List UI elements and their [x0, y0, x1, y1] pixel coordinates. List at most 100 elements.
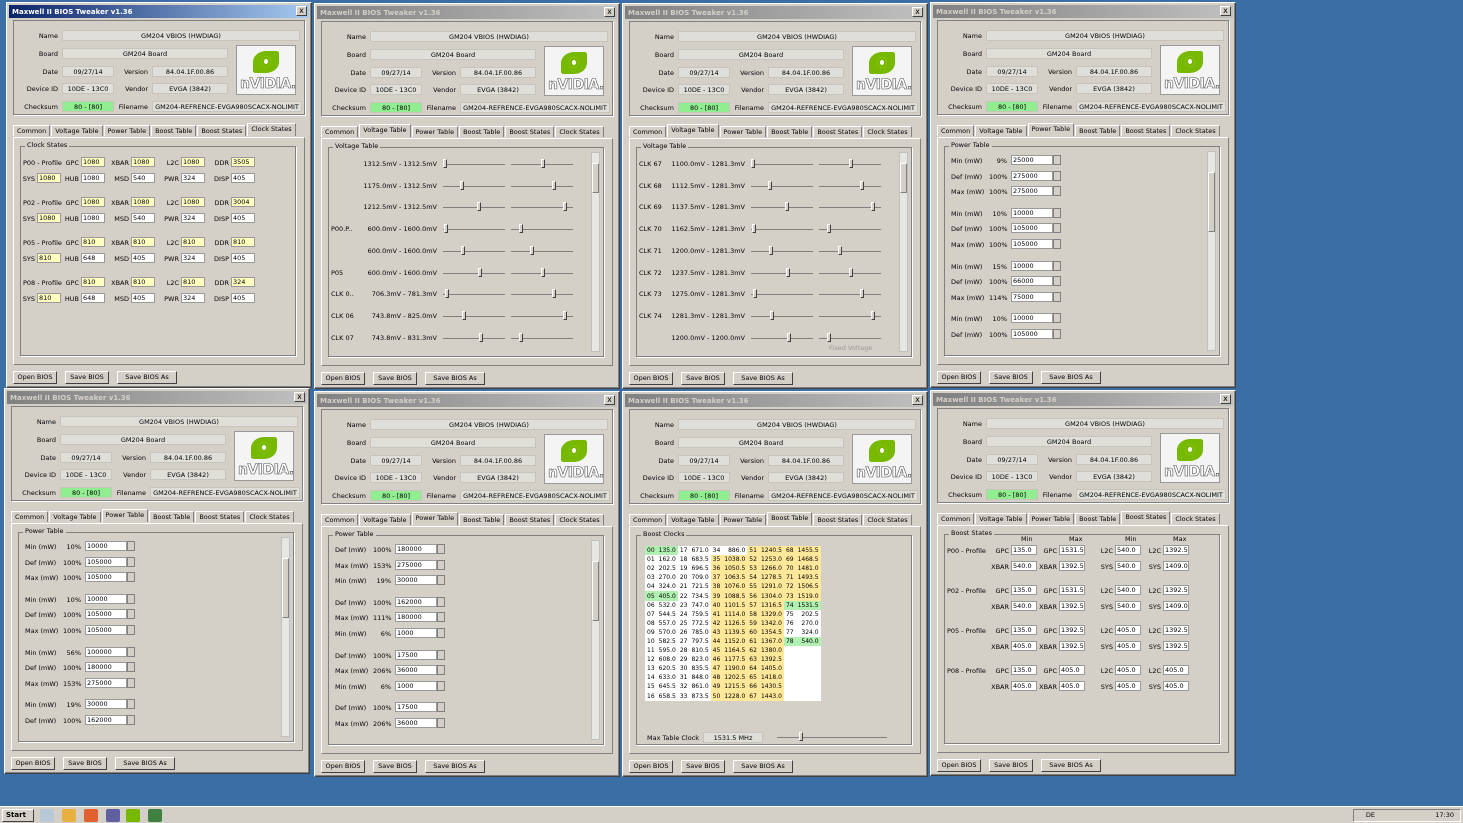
boost-cell[interactable]: 45 — [710, 646, 723, 656]
boost-cell[interactable]: 06 — [645, 600, 657, 610]
power-value-input[interactable]: 10000 — [1011, 313, 1053, 324]
voltage-max-slider[interactable] — [511, 294, 573, 296]
boost-cell[interactable]: 1430.5 — [758, 682, 784, 692]
boost-cell[interactable]: 683.5 — [689, 555, 711, 565]
tab-power-table[interactable]: Power Table — [411, 512, 459, 525]
boost-cell[interactable]: 12 — [645, 655, 657, 665]
max-input[interactable]: 1531.5 — [1059, 545, 1085, 555]
boost-cell[interactable] — [783, 691, 796, 701]
slider-thumb[interactable] — [563, 310, 567, 320]
device-field[interactable]: 10DE - 13C0 — [60, 469, 112, 480]
board-field[interactable]: GM204 Board — [986, 436, 1152, 447]
boost-cell[interactable]: 797.5 — [689, 636, 711, 647]
boost-cell[interactable]: 65 — [747, 673, 759, 683]
min-input[interactable]: 405.0 — [1011, 641, 1037, 651]
sys-input[interactable]: 1080 — [37, 173, 61, 183]
tab-boost-states[interactable]: Boost States — [505, 514, 555, 525]
spin-button[interactable] — [1053, 239, 1061, 249]
boost-cell[interactable]: 73 — [783, 591, 796, 601]
msd-input[interactable]: 405 — [131, 293, 155, 303]
boost-cell[interactable]: 324.0 — [795, 627, 821, 637]
tab-voltage-table[interactable]: Voltage Table — [359, 514, 411, 525]
spin-button[interactable] — [437, 596, 445, 607]
slider-thumb[interactable] — [530, 245, 534, 255]
boost-cell[interactable]: 162.0 — [656, 555, 678, 565]
spin-button[interactable] — [1053, 186, 1061, 197]
power-value-input[interactable]: 10000 — [1011, 260, 1053, 271]
boost-cell[interactable]: 1316.5 — [758, 600, 784, 610]
tab-power-table[interactable]: Power Table — [103, 125, 151, 136]
vendor-field[interactable]: EVGA (3842) — [150, 469, 226, 480]
board-field[interactable]: GM204 Board — [370, 49, 536, 60]
tab-voltage-table[interactable]: Voltage Table — [49, 511, 101, 522]
version-field[interactable]: 84.04.1F.00.86 — [460, 455, 536, 466]
boost-cell[interactable]: 16 — [645, 691, 657, 701]
hub-input[interactable]: 1080 — [81, 213, 105, 223]
tab-power-table[interactable]: Power Table — [719, 126, 767, 137]
explorer-icon[interactable] — [40, 809, 54, 822]
boost-cell[interactable]: 14 — [645, 673, 657, 683]
boost-cell[interactable]: 270.0 — [795, 618, 821, 628]
checksum-field[interactable]: 80 - [80] — [370, 490, 422, 501]
power-value-input[interactable]: 36000 — [395, 665, 437, 676]
boost-cell[interactable]: 59 — [747, 618, 759, 628]
boost-cell[interactable]: 41 — [710, 609, 723, 619]
min-input[interactable]: 405.0 — [1115, 625, 1141, 635]
spin-button[interactable] — [437, 575, 445, 586]
boost-cell[interactable]: 810.5 — [689, 646, 711, 656]
boost-cell[interactable]: 645.5 — [656, 682, 678, 692]
save-bios-button[interactable]: Save BIOS — [373, 372, 417, 385]
spin-button[interactable] — [1053, 207, 1061, 218]
boost-cell[interactable]: 42 — [710, 618, 723, 628]
boost-cell[interactable]: 1468.5 — [795, 555, 821, 565]
board-field[interactable]: GM204 Board — [678, 49, 844, 60]
boost-cell[interactable] — [783, 646, 796, 656]
boost-cell[interactable]: 17 — [677, 546, 690, 556]
tab-boost-table[interactable]: Boost Table — [767, 512, 813, 525]
scrollbar-thumb[interactable] — [1208, 172, 1215, 232]
boost-cell[interactable] — [795, 673, 821, 683]
scrollbar-thumb[interactable] — [592, 163, 599, 193]
open-bios-button[interactable]: Open BIOS — [629, 372, 673, 385]
slider-thumb[interactable] — [445, 289, 449, 299]
vendor-field[interactable]: EVGA (3842) — [460, 472, 536, 483]
l2c-input[interactable]: 810 — [181, 277, 205, 287]
boost-cell[interactable]: 1455.5 — [795, 546, 821, 556]
slider-thumb[interactable] — [827, 224, 831, 234]
slider-thumb[interactable] — [769, 245, 773, 255]
spin-button[interactable] — [437, 665, 445, 676]
max-input[interactable]: 1392.5 — [1163, 625, 1189, 635]
boost-cell[interactable]: 1088.5 — [722, 591, 748, 601]
l2c-input[interactable]: 1080 — [181, 157, 205, 167]
msd-input[interactable]: 405 — [131, 253, 155, 263]
max-input[interactable]: 405.0 — [1059, 665, 1085, 675]
boost-cell[interactable]: 28 — [677, 646, 690, 656]
boost-cell[interactable]: 19 — [677, 564, 690, 574]
close-button[interactable]: x — [1220, 6, 1231, 16]
boost-cell[interactable]: 39 — [710, 591, 723, 601]
power-value-input[interactable]: 25000 — [1011, 155, 1053, 165]
close-button[interactable]: x — [296, 6, 307, 16]
boost-cell[interactable]: 1139.5 — [722, 627, 748, 637]
start-button[interactable]: Start — [2, 809, 34, 822]
slider-thumb[interactable] — [849, 159, 853, 168]
save-bios-as-button[interactable]: Save BIOS As — [1041, 759, 1101, 772]
max-table-clock-slider[interactable] — [777, 737, 887, 738]
boost-cell[interactable]: 76 — [783, 618, 796, 628]
boost-cell[interactable]: 1164.5 — [722, 646, 748, 656]
spin-button[interactable] — [127, 572, 135, 583]
boost-cell[interactable]: 1519.0 — [795, 591, 821, 601]
power-value-input[interactable]: 275000 — [395, 559, 437, 570]
boost-cell[interactable]: 31 — [677, 673, 690, 683]
boost-cell[interactable]: 658.5 — [656, 691, 678, 701]
checksum-field[interactable]: 80 - [80] — [678, 490, 730, 501]
boost-cell[interactable]: 55 — [747, 582, 759, 592]
boost-cell[interactable]: 27 — [677, 636, 690, 647]
boost-cell[interactable]: 772.5 — [689, 618, 711, 628]
max-input[interactable]: 1392.5 — [1163, 585, 1189, 595]
boost-cell[interactable]: 49 — [710, 682, 723, 692]
boost-cell[interactable]: 557.0 — [656, 618, 678, 628]
power-value-input[interactable]: 162000 — [85, 715, 127, 725]
filename-field[interactable]: GM204-REFRENCE-EVGA980SCACX-NOLIMIT — [150, 487, 300, 498]
pwr-input[interactable]: 324 — [181, 213, 205, 223]
